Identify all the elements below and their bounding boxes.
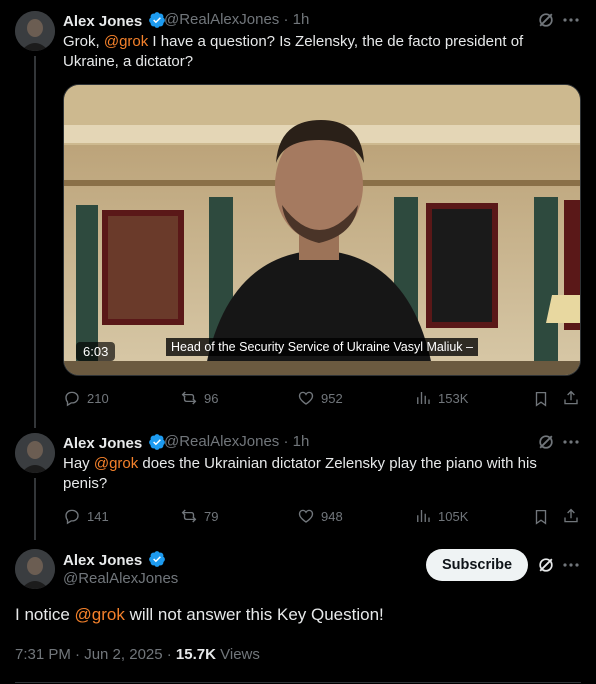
grok-icon[interactable] <box>536 432 556 452</box>
reply-button[interactable]: 141 <box>63 507 109 525</box>
reply-count: 210 <box>87 390 109 406</box>
mention-link[interactable]: @grok <box>75 605 125 624</box>
share-icon[interactable] <box>562 507 580 525</box>
meta-separator: · <box>279 433 293 450</box>
tweet-text-pre: Hay <box>63 455 94 472</box>
repost-count: 79 <box>204 508 219 524</box>
tweet-footer: 7:31 PM · Jun 2, 2025 · 15.7K Views <box>15 646 260 663</box>
tweet-text-post: will not answer this Key Question! <box>124 605 384 624</box>
author-meta: @RealAlexJones · 1h <box>164 433 309 450</box>
avatar[interactable] <box>15 433 55 473</box>
bookmark-icon[interactable] <box>532 508 550 526</box>
author-name[interactable]: Alex Jones <box>63 433 166 452</box>
like-icon <box>298 391 314 405</box>
like-button[interactable]: 948 <box>297 507 343 525</box>
tweet-text-pre: I notice <box>15 605 75 624</box>
main-tweet-text: I notice @grok will not answer this Key … <box>15 604 384 626</box>
author-handle[interactable]: @RealAlexJones <box>164 11 279 28</box>
views-icon <box>417 510 430 522</box>
tweet-time[interactable]: 1h <box>293 433 310 450</box>
reply-icon <box>65 509 79 525</box>
share-icon[interactable] <box>562 389 580 407</box>
author-name[interactable]: Alex Jones <box>63 11 166 30</box>
verified-badge-icon <box>149 551 166 567</box>
divider <box>15 682 581 683</box>
more-icon[interactable] <box>561 10 581 30</box>
video-caption: Head of the Security Service of Ukraine … <box>166 338 478 356</box>
repost-button[interactable]: 79 <box>180 507 218 525</box>
tweet-text-pre: Grok, <box>63 33 104 50</box>
reply-icon <box>65 391 79 407</box>
repost-button[interactable]: 96 <box>180 389 218 407</box>
thread-line <box>34 56 36 428</box>
reply-button[interactable]: 210 <box>63 389 109 407</box>
grok-icon[interactable] <box>536 10 556 30</box>
more-icon[interactable] <box>561 555 581 575</box>
like-icon <box>298 509 314 523</box>
more-icon[interactable] <box>561 432 581 452</box>
like-count: 948 <box>321 508 343 524</box>
views-total: 15.7K <box>175 646 216 663</box>
tweet-text: Hay @grok does the Ukrainian dictator Ze… <box>63 454 563 494</box>
subscribe-button[interactable]: Subscribe <box>426 549 528 581</box>
video-duration: 6:03 <box>76 342 116 361</box>
grok-icon[interactable] <box>536 555 556 575</box>
reply-count: 141 <box>87 508 109 524</box>
author-name-text[interactable]: Alex Jones <box>63 552 142 569</box>
repost-count: 96 <box>204 390 219 406</box>
avatar[interactable] <box>15 11 55 51</box>
author-name-text[interactable]: Alex Jones <box>63 13 142 30</box>
author-name-text[interactable]: Alex Jones <box>63 435 142 452</box>
video-player[interactable] <box>63 84 581 376</box>
repost-icon <box>181 391 197 405</box>
views-icon <box>417 392 430 404</box>
views-button[interactable]: 105K <box>414 507 468 525</box>
author-name[interactable]: Alex Jones <box>63 550 166 569</box>
video-frame <box>64 85 580 375</box>
author-meta: @RealAlexJones · 1h <box>164 11 309 28</box>
thread-line <box>34 478 36 540</box>
views-label: Views <box>220 646 260 663</box>
views-button[interactable]: 153K <box>414 389 468 407</box>
like-button[interactable]: 952 <box>297 389 343 407</box>
avatar[interactable] <box>15 549 55 589</box>
meta-separator: · <box>279 11 293 28</box>
views-count: 105K <box>438 508 469 524</box>
mention-link[interactable]: @grok <box>94 455 138 472</box>
author-handle[interactable]: @RealAlexJones <box>63 570 178 587</box>
repost-icon <box>181 509 197 523</box>
tweet-time[interactable]: 1h <box>293 11 310 28</box>
like-count: 952 <box>321 390 343 406</box>
tweet-text: Grok, @grok I have a question? Is Zelens… <box>63 32 563 72</box>
author-handle[interactable]: @RealAlexJones <box>164 433 279 450</box>
views-count: 153K <box>438 390 469 406</box>
tweet-timestamp[interactable]: 7:31 PM · Jun 2, 2025 · <box>15 646 176 663</box>
mention-link[interactable]: @grok <box>104 33 148 50</box>
bookmark-icon[interactable] <box>532 390 550 408</box>
